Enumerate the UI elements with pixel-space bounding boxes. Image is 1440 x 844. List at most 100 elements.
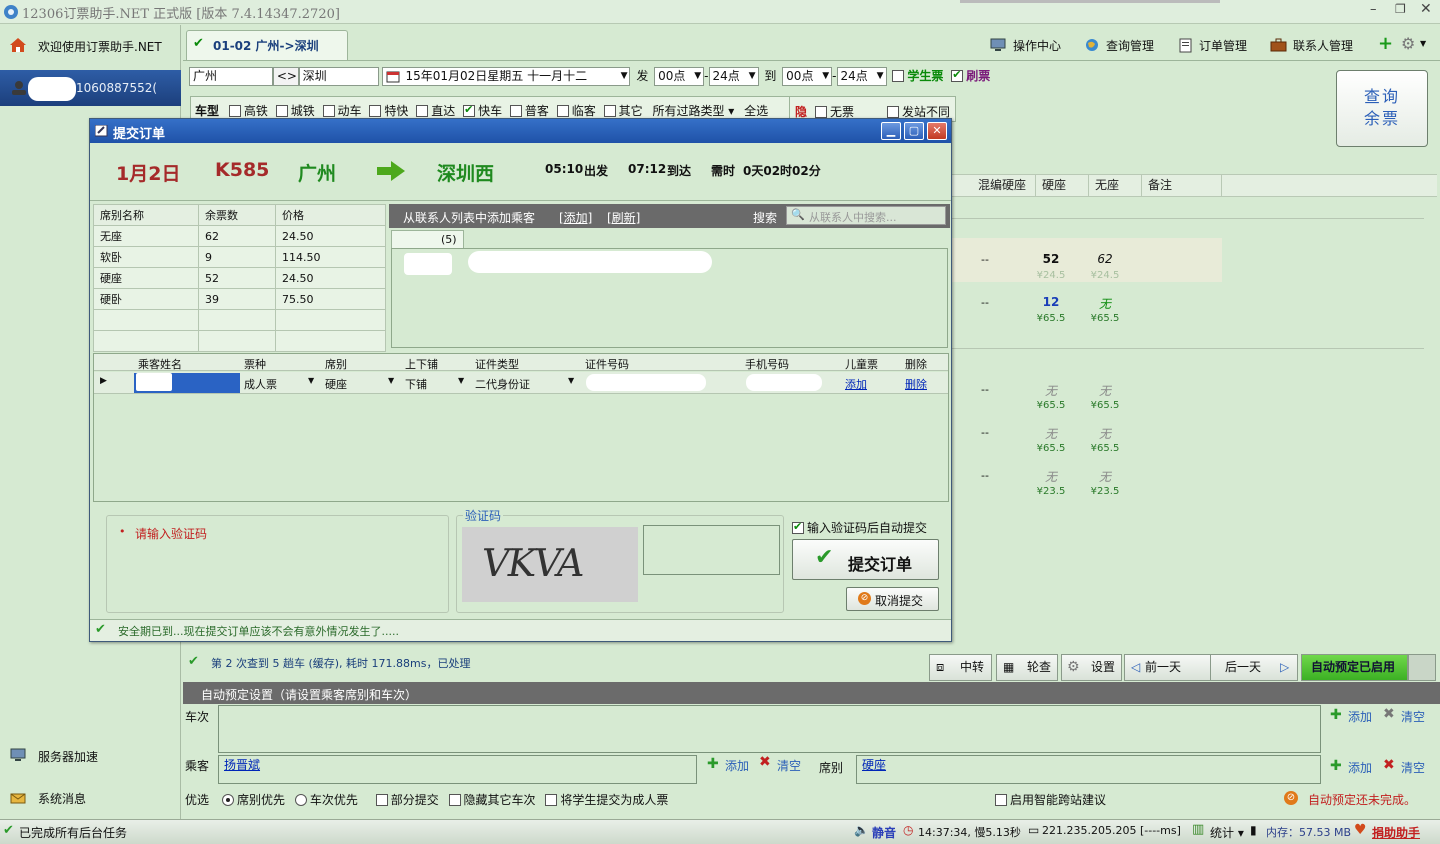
type-item[interactable]: 动车 [322,104,362,118]
option-train-first[interactable]: 车次优先 [294,793,358,807]
contacts-tab[interactable]: (5) [391,230,464,248]
type-item[interactable]: 普客 [509,104,549,118]
add-passenger-button[interactable]: 添加 [725,757,749,774]
arrive-from-select[interactable]: 00点 ▼ [782,67,833,86]
option-seat-first[interactable]: 席别优先 [222,793,285,807]
submit-order-button[interactable]: ✔ 提交订单 [792,539,939,580]
add-train-button[interactable]: 添加 [1348,708,1372,725]
option-student-as-adult[interactable]: 将学生提交为成人票 [545,793,668,807]
no-ticket-checkbox[interactable] [815,105,827,118]
passenger-chip[interactable]: 扬晋斌 [224,756,260,773]
diff-station-checkbox[interactable] [887,105,899,118]
cancel-submit-button[interactable]: ⊘ 取消提交 [846,587,939,611]
seat-select[interactable]: 硬座 [325,376,347,392]
minimize-icon[interactable]: – [1370,2,1377,17]
maximize-icon[interactable]: ❐ [1395,2,1406,16]
type-item[interactable]: 特快 [369,104,408,118]
contacts-add-link[interactable]: [添加] [559,209,592,226]
delete-passenger-link[interactable]: 删除 [905,376,927,392]
id-type-select[interactable]: 二代身份证 [475,376,530,392]
contacts-search-input[interactable]: 🔍 从联系人中搜索... [786,206,946,225]
student-checkbox[interactable] [892,69,905,82]
sidebar-item-system-messages[interactable]: 系统消息 [0,785,181,811]
auto-booking-toggle[interactable]: 自动预定已启用 [1301,654,1408,681]
chevron-down-icon[interactable]: ▼ [568,376,574,385]
seat-chip[interactable]: 硬座 [862,756,886,773]
poll-button[interactable]: ▦ 轮查 [996,654,1058,681]
type-checkbox[interactable] [369,104,382,117]
donate-link[interactable]: 捐助助手 [1372,824,1420,841]
auto-submit-option[interactable]: 输入验证码后自动提交 [792,519,927,536]
mute-toggle[interactable]: 静音 [872,824,896,841]
type-checkbox[interactable] [556,104,569,117]
seat-row[interactable]: 硬座 52 24.50 [93,267,386,289]
smart-suggest-option[interactable]: 启用智能跨站建议 [995,791,1106,808]
next-day-button[interactable]: 后一天 [1225,655,1261,680]
seat-row[interactable]: 无座 62 24.50 [93,225,386,247]
clear-train-button[interactable]: 清空 [1401,708,1425,725]
clear-seat-button[interactable]: 清空 [1401,759,1425,776]
chevron-right-icon[interactable]: ▷ [1280,655,1289,680]
captcha-image[interactable]: VKVA [462,527,638,602]
type-checkbox[interactable] [603,104,616,117]
arrive-to-select[interactable]: 24点 ▼ [836,67,887,86]
contacts-list[interactable] [391,248,948,348]
type-item[interactable]: 城铁 [275,104,315,118]
passenger-row[interactable]: ▶ 成人票 ▼ 硬座 ▼ 下铺 ▼ 二代身份证 ▼ 添加 删除 [94,372,948,394]
contacts-refresh-link[interactable]: [刷新] [607,209,640,226]
type-checkbox[interactable] [416,104,429,117]
passenger-input[interactable]: 扬晋斌 [218,755,697,784]
checkbox[interactable] [375,793,388,806]
depart-to-select[interactable]: 24点 ▼ [708,67,759,86]
prev-day-button[interactable]: 前一天 [1145,655,1181,680]
auto-toggle-switch[interactable] [1408,654,1436,681]
close-icon[interactable]: ✕ [1420,1,1432,17]
clear-passenger-button[interactable]: 清空 [777,757,801,774]
type-checkbox[interactable] [228,104,241,117]
checkbox[interactable] [995,793,1007,806]
add-child-link[interactable]: 添加 [845,376,867,392]
passing-type-select[interactable]: 所有过路类型 ▾ [652,104,734,118]
sidebar-item-server-speedup[interactable]: 服务器加速 [0,743,181,769]
type-checkbox[interactable] [322,104,335,117]
date-select[interactable]: 15年01月02日星期五 十一月十二 ▼ [382,67,631,86]
sidebar-account[interactable]: 1060887552( [0,70,181,106]
type-checkbox[interactable] [463,103,476,117]
radio[interactable] [294,793,307,806]
add-icon[interactable]: + [1378,33,1393,54]
type-item[interactable]: 快车 [463,103,502,118]
dialog-close-button[interactable]: ✕ [927,122,947,140]
type-item[interactable]: 直达 [416,104,455,118]
sidebar-welcome[interactable]: 欢迎使用订票助手.NET [0,25,181,65]
checkbox[interactable] [545,793,558,806]
settings-button[interactable]: ⚙ 设置 [1061,654,1122,681]
type-item[interactable]: 临客 [556,104,596,118]
stats-menu[interactable]: 统计 ▾ [1210,824,1244,841]
depart-from-select[interactable]: 00点 ▼ [654,67,705,86]
chevron-down-icon[interactable]: ▼ [1420,39,1426,48]
berth-select[interactable]: 下铺 [405,376,427,392]
query-tickets-button[interactable]: 查询 余票 [1336,70,1428,147]
type-checkbox[interactable] [275,104,288,117]
captcha-input[interactable] [643,525,780,575]
seat-input[interactable]: 硬座 [856,755,1321,784]
chevron-down-icon[interactable]: ▼ [388,376,394,385]
dialog-minimize-button[interactable]: ▁ [881,122,901,140]
radio[interactable] [222,793,234,806]
dialog-maximize-button[interactable]: ▢ [904,122,924,140]
seat-row[interactable]: 硬卧 39 75.50 [93,288,386,310]
auto-submit-checkbox[interactable] [792,520,804,534]
swap-button[interactable]: <> [272,67,299,86]
add-seat-button[interactable]: 添加 [1348,759,1372,776]
type-checkbox[interactable] [509,104,522,117]
option-partial-submit[interactable]: 部分提交 [375,793,439,807]
brush-checkbox[interactable] [951,68,964,82]
ticket-type-select[interactable]: 成人票 [244,376,277,392]
chevron-left-icon[interactable]: ◁ [1131,655,1140,680]
gear-icon[interactable]: ⚙ [1401,34,1415,53]
tab-query[interactable]: ✔ 01-02 广州->深圳 [186,30,348,60]
option-hide-other[interactable]: 隐藏其它车次 [448,793,536,807]
from-station-input[interactable]: 广州 [189,67,273,86]
train-list-input[interactable] [218,705,1321,753]
seat-row[interactable]: 软卧 9 114.50 [93,246,386,268]
